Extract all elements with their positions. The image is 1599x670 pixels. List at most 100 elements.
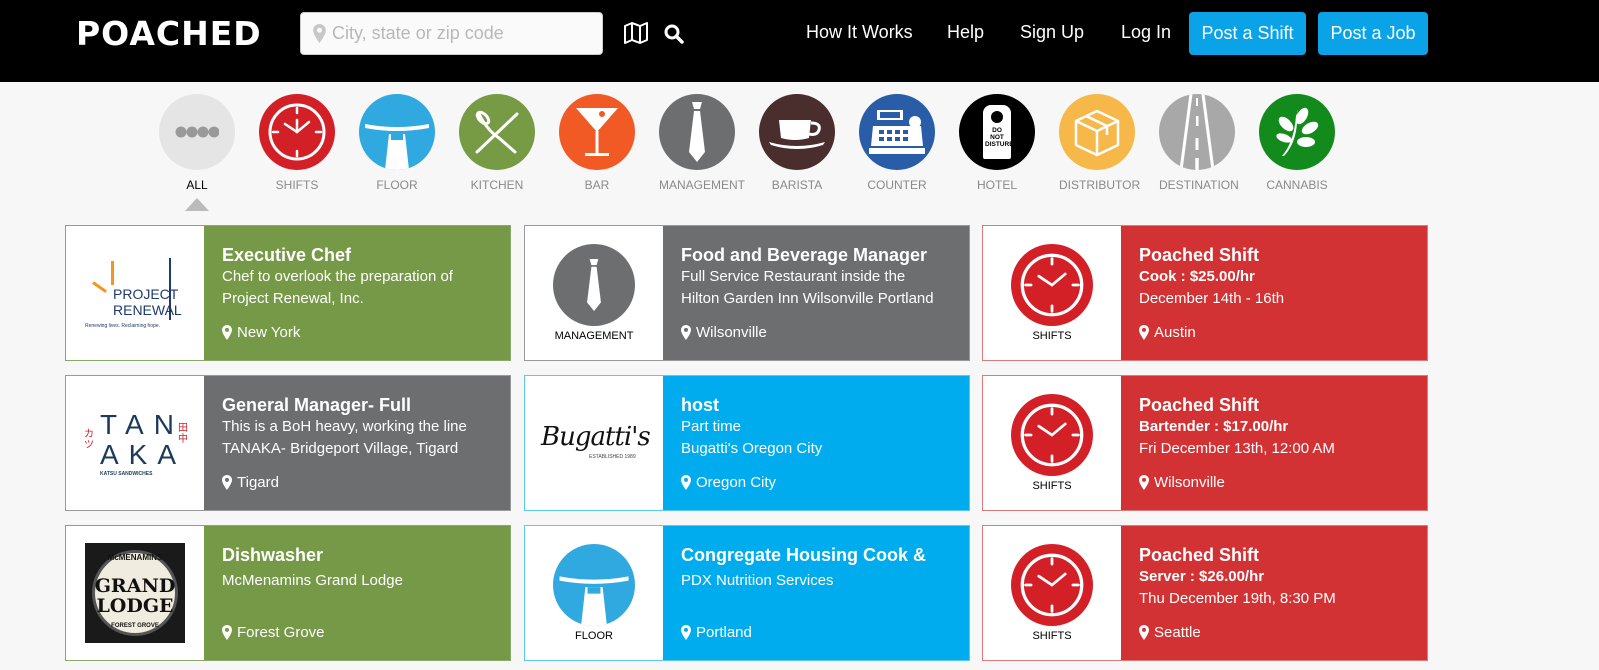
bugattis-name: Bugatti's — [541, 422, 651, 452]
management-badge — [553, 244, 635, 326]
category-counter[interactable]: COUNTER — [859, 94, 935, 192]
grand-lodge-mid2: LODGE — [96, 595, 174, 617]
category-management[interactable]: MANAGEMENT — [659, 94, 746, 192]
card-line-1: Full Service Restaurant inside the — [681, 268, 906, 285]
grand-lodge-top: McMENAMINS — [107, 553, 163, 562]
tanaka-sub: KATSU SANDWICHES — [100, 471, 153, 477]
employer-logo: MANAGEMENT — [525, 226, 663, 360]
category-distributor[interactable]: DISTRIBUTOR — [1059, 94, 1140, 192]
map-pin-icon — [1139, 475, 1149, 490]
project-renewal-logo: PROJECT RENEWAL Renewing lives. Reclaimi… — [85, 253, 185, 333]
nav-log-in[interactable]: Log In — [1121, 22, 1171, 43]
card-title[interactable]: Congregate Housing Cook & — [681, 545, 951, 566]
card-line-1: Part time — [681, 418, 742, 435]
bugattis-logo: Bugatti's ESTABLISHED 1989 — [539, 418, 651, 468]
category-label: COUNTER — [867, 178, 927, 192]
category-label: BAR — [584, 178, 610, 192]
card-location-text: Forest Grove — [237, 624, 325, 641]
map-pin-icon — [313, 24, 326, 43]
category-hotel[interactable]: DO NOT DISTURB HOTEL — [959, 94, 1035, 192]
card-location: Oregon City — [681, 474, 776, 491]
post-shift-button[interactable]: Post a Shift — [1189, 12, 1306, 55]
category-label: MANAGEMENT — [659, 178, 746, 192]
map-icon[interactable] — [624, 22, 648, 44]
map-pin-icon — [681, 325, 691, 340]
tray-icon — [365, 124, 429, 170]
card-title[interactable]: Poached Shift — [1139, 395, 1409, 416]
project-renewal-name: PROJECT RENEWAL — [113, 286, 182, 318]
logo-caption: MANAGEMENT — [554, 330, 634, 342]
shift-card[interactable]: SHIFTS Poached Shift Bartender : $17.00/… — [982, 375, 1428, 511]
card-location: Wilsonville — [681, 324, 767, 341]
category-shifts[interactable]: SHIFTS — [259, 94, 335, 192]
nav-help[interactable]: Help — [947, 22, 984, 43]
card-line-1: McMenamins Grand Lodge — [222, 572, 403, 589]
card-title[interactable]: General Manager- Full — [222, 395, 492, 416]
category-bar[interactable]: BAR — [559, 94, 635, 192]
shifts-badge — [1011, 244, 1093, 326]
location-search-input[interactable] — [332, 23, 592, 44]
poached-logo[interactable]: POACHED — [76, 14, 262, 53]
job-card[interactable]: Bugatti's ESTABLISHED 1989 host Part tim… — [524, 375, 970, 511]
card-body: Poached Shift Cook : $25.00/hr December … — [1121, 226, 1427, 360]
category-cannabis[interactable]: CANNABIS — [1259, 94, 1335, 192]
card-line-2: Thu December 19th, 8:30 PM — [1139, 590, 1336, 607]
card-title[interactable]: host — [681, 395, 951, 416]
card-location-text: Portland — [696, 624, 752, 641]
card-body: Poached Shift Bartender : $17.00/hr Fri … — [1121, 376, 1427, 510]
active-category-indicator — [185, 198, 209, 211]
card-title[interactable]: Executive Chef — [222, 245, 492, 266]
category-all[interactable]: ALL — [159, 94, 235, 192]
door-hanger-icon: DO NOT DISTURB — [983, 105, 1014, 159]
card-line-1: This is a BoH heavy, working the line — [222, 418, 467, 435]
job-card[interactable]: MANAGEMENT Food and Beverage Manager Ful… — [524, 225, 970, 361]
card-title[interactable]: Poached Shift — [1139, 545, 1409, 566]
card-location-text: Tigard — [237, 474, 279, 491]
shift-card[interactable]: SHIFTS Poached Shift Server : $26.00/hr … — [982, 525, 1428, 661]
card-body: host Part time Bugatti's Oregon City Ore… — [663, 376, 969, 510]
shift-card[interactable]: SHIFTS Poached Shift Cook : $25.00/hr De… — [982, 225, 1428, 361]
card-title[interactable]: Food and Beverage Manager — [681, 245, 951, 266]
card-location: Forest Grove — [222, 624, 325, 641]
location-search-box[interactable] — [300, 12, 603, 55]
job-card[interactable]: PROJECT RENEWAL Renewing lives. Reclaimi… — [65, 225, 511, 361]
tie-icon — [587, 259, 601, 311]
clock-icon — [1020, 553, 1084, 617]
card-title[interactable]: Dishwasher — [222, 545, 492, 566]
card-location: Seattle — [1139, 624, 1201, 641]
category-label: HOTEL — [976, 178, 1017, 192]
category-destination[interactable]: DESTINATION — [1159, 94, 1239, 192]
employer-logo: FLOOR — [525, 526, 663, 660]
category-label: KITCHEN — [470, 178, 524, 192]
category-label: FLOOR — [376, 178, 418, 192]
card-body: Poached Shift Server : $26.00/hr Thu Dec… — [1121, 526, 1427, 660]
map-pin-icon — [222, 625, 232, 640]
job-card[interactable]: TAN AKA カツ 田中 KATSU SANDWICHES General M… — [65, 375, 511, 511]
map-pin-icon — [1139, 325, 1149, 340]
card-body: Executive Chef Chef to overlook the prep… — [204, 226, 510, 360]
card-location: Portland — [681, 624, 752, 641]
category-kitchen[interactable]: KITCHEN — [459, 94, 535, 192]
top-bar: POACHED How It Works Help Sign Up Log In… — [0, 0, 1599, 82]
nav-how-it-works[interactable]: How It Works — [806, 22, 913, 43]
post-job-button[interactable]: Post a Job — [1318, 12, 1428, 55]
project-renewal-tagline: Renewing lives. Reclaiming hope. — [85, 323, 161, 329]
card-line-2: TANAKA- Bridgeport Village, Tigard — [222, 440, 459, 457]
search-icon[interactable] — [664, 24, 684, 44]
card-location-text: Wilsonville — [696, 324, 767, 341]
job-card[interactable]: FLOOR Congregate Housing Cook & PDX Nutr… — [524, 525, 970, 661]
category-barista[interactable]: BARISTA — [759, 94, 835, 192]
card-line-1: PDX Nutrition Services — [681, 572, 834, 589]
tray-icon — [559, 576, 629, 626]
category-floor[interactable]: FLOOR — [359, 94, 435, 192]
nav-sign-up[interactable]: Sign Up — [1020, 22, 1084, 43]
category-label: SHIFTS — [275, 178, 319, 192]
job-card[interactable]: McMENAMINS GRAND LODGE FOREST GROVE Dish… — [65, 525, 511, 661]
card-line-1: Chef to overlook the preparation of — [222, 268, 453, 285]
map-pin-icon — [681, 625, 691, 640]
card-title[interactable]: Poached Shift — [1139, 245, 1409, 266]
card-line-2: Fri December 13th, 12:00 AM — [1139, 440, 1335, 457]
category-all-circle — [159, 94, 235, 170]
clock-icon — [1020, 403, 1084, 467]
leaf-icon — [1276, 107, 1319, 156]
